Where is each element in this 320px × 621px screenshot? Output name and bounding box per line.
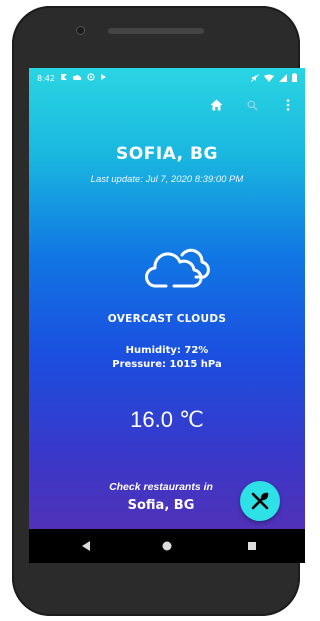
back-icon: [82, 541, 90, 551]
pressure-text: Pressure: 1015 hPa: [112, 359, 222, 370]
notification-icon: [60, 73, 68, 84]
recents-icon: [248, 542, 256, 550]
city-title: SOFIA, BG: [116, 144, 218, 164]
status-right: [251, 73, 297, 85]
restaurant-icon: [251, 492, 269, 510]
restaurants-label: Check restaurants in: [109, 481, 213, 493]
last-update-text: Last update: Jul 7, 2020 8:39:00 PM: [90, 174, 244, 185]
app-toolbar: [207, 96, 297, 114]
search-icon: [246, 99, 257, 110]
app-screen: 8:42 SOFIA, BG Last update: Jul 7, 2020 …: [29, 68, 305, 563]
status-bar: 8:42: [29, 68, 305, 88]
restaurants-city: Sofia, BG: [127, 498, 195, 513]
home-icon: [210, 99, 222, 111]
system-nav-bar: [29, 529, 305, 563]
front-camera: [76, 26, 85, 35]
temperature-value: 16.0 ℃: [130, 407, 204, 432]
battery-icon: [292, 73, 297, 85]
signal-icon: [279, 73, 287, 85]
cloud-small-icon: [72, 74, 82, 84]
play-icon: [100, 73, 107, 84]
back-button[interactable]: [79, 539, 93, 553]
weather-condition: OVERCAST CLOUDS: [107, 313, 227, 325]
home-button[interactable]: [207, 96, 225, 114]
home-nav-button[interactable]: [160, 539, 174, 553]
search-button[interactable]: [243, 96, 261, 114]
status-left: 8:42: [37, 73, 107, 84]
wifi-icon: [264, 74, 274, 85]
recents-button[interactable]: [245, 539, 259, 553]
status-time: 8:42: [37, 74, 55, 83]
restaurants-button[interactable]: [240, 481, 280, 521]
humidity-text: Humidity: 72%: [125, 345, 209, 356]
cloud-icon: [144, 244, 214, 296]
overflow-menu-button[interactable]: [279, 96, 297, 114]
at-icon: [87, 73, 95, 84]
earpiece-speaker: [108, 28, 204, 34]
home-circle-icon: [162, 541, 172, 551]
mute-icon: [251, 73, 259, 85]
more-vert-icon: [286, 99, 290, 111]
phone-frame: 8:42 SOFIA, BG Last update: Jul 7, 2020 …: [12, 6, 305, 616]
